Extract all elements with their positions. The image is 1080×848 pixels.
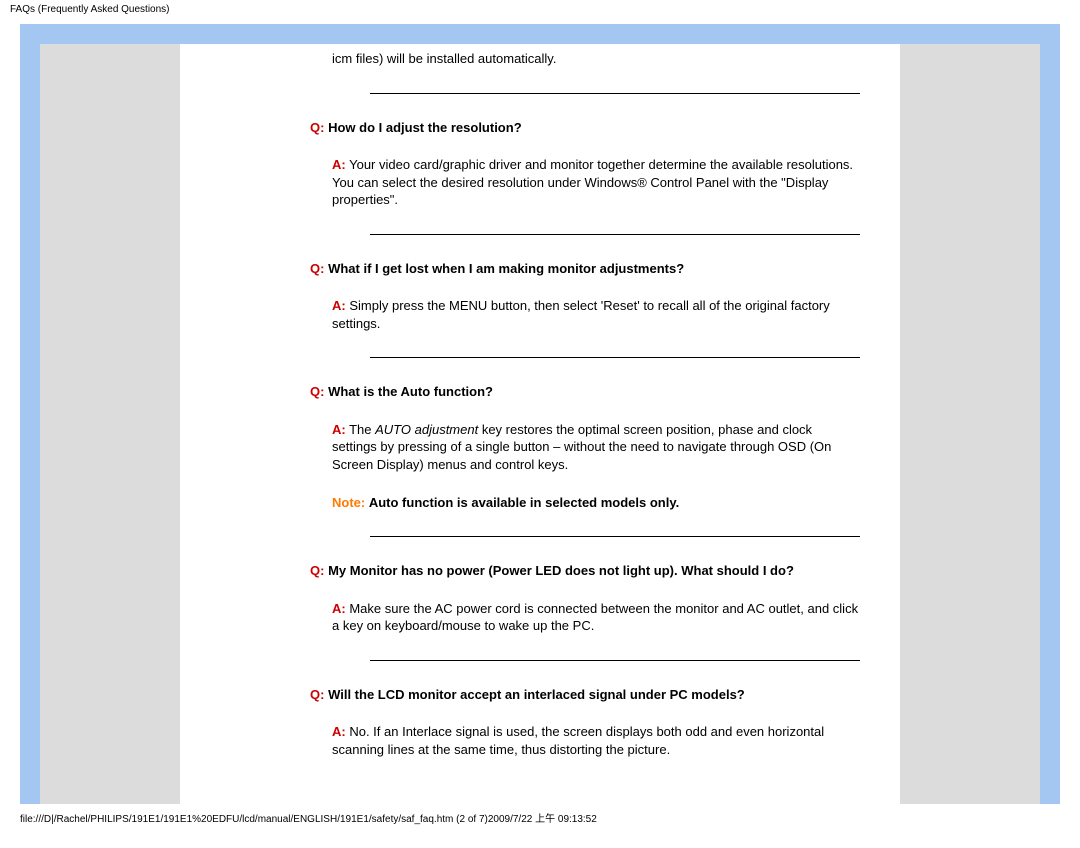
faq-question: Q: What if I get lost when I am making m… <box>310 260 860 278</box>
question-text: What if I get lost when I am making moni… <box>328 261 684 276</box>
q-label: Q: <box>310 384 324 399</box>
a-label: A: <box>332 601 346 616</box>
answer-body: Your video card/graphic driver and monit… <box>332 157 853 207</box>
divider <box>370 660 860 661</box>
footer-path: file:///D|/Rachel/PHILIPS/191E1/191E1%20… <box>0 804 1080 825</box>
faq-answer: A: The AUTO adjustment key restores the … <box>310 421 860 474</box>
faq-question: Q: What is the Auto function? <box>310 383 860 401</box>
note-label: Note: <box>332 495 365 510</box>
q-label: Q: <box>310 563 324 578</box>
faq-content: icm files) will be installed automatical… <box>180 50 860 758</box>
a-label: A: <box>332 422 346 437</box>
faq-question: Q: Will the LCD monitor accept an interl… <box>310 686 860 704</box>
divider <box>370 536 860 537</box>
faq-answer: A: No. If an Interlace signal is used, t… <box>310 723 860 758</box>
answer-body: Simply press the MENU button, then selec… <box>332 298 830 331</box>
divider <box>370 93 860 94</box>
answer-pre: The <box>349 422 375 437</box>
q-label: Q: <box>310 120 324 135</box>
q-label: Q: <box>310 687 324 702</box>
question-text: What is the Auto function? <box>328 384 493 399</box>
window-title: FAQs (Frequently Asked Questions) <box>0 0 1080 24</box>
faq-answer: A: Simply press the MENU button, then se… <box>310 297 860 332</box>
q-label: Q: <box>310 261 324 276</box>
document-frame: icm files) will be installed automatical… <box>20 24 1060 804</box>
faq-answer: A: Make sure the AC power cord is connec… <box>310 600 860 635</box>
document-page: icm files) will be installed automatical… <box>180 44 900 804</box>
divider <box>370 234 860 235</box>
note-body: Auto function is available in selected m… <box>369 495 679 510</box>
answer-body: Make sure the AC power cord is connected… <box>332 601 858 634</box>
faq-question: Q: My Monitor has no power (Power LED do… <box>310 562 860 580</box>
divider <box>370 357 860 358</box>
question-text: My Monitor has no power (Power LED does … <box>328 563 794 578</box>
a-label: A: <box>332 298 346 313</box>
question-text: How do I adjust the resolution? <box>328 120 522 135</box>
answer-italic: AUTO adjustment <box>375 422 478 437</box>
a-label: A: <box>332 157 346 172</box>
fragment-top-answer: icm files) will be installed automatical… <box>310 50 860 68</box>
faq-note: Note: Auto function is available in sele… <box>310 494 860 512</box>
faq-answer: A: Your video card/graphic driver and mo… <box>310 156 860 209</box>
faq-question: Q: How do I adjust the resolution? <box>310 119 860 137</box>
question-text: Will the LCD monitor accept an interlace… <box>328 687 745 702</box>
page-margin: icm files) will be installed automatical… <box>40 44 1040 804</box>
answer-body: No. If an Interlace signal is used, the … <box>332 724 824 757</box>
a-label: A: <box>332 724 346 739</box>
